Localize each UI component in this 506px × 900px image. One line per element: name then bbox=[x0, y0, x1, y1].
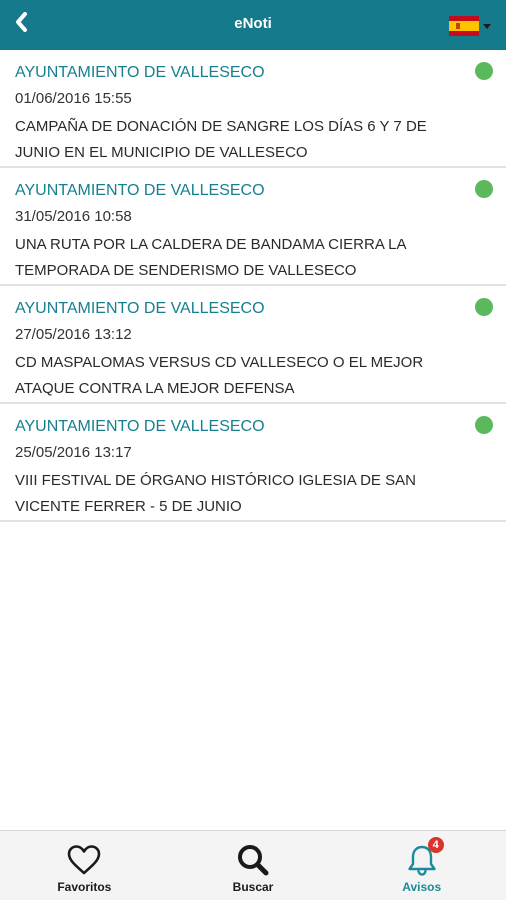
tab-label: Favoritos bbox=[57, 880, 112, 894]
notice-headline: CD MASPALOMAS VERSUS CD VALLESECO O EL M… bbox=[15, 354, 424, 397]
notice-headline: UNA RUTA POR LA CALDERA DE BANDAMA CIERR… bbox=[15, 236, 406, 279]
notice-sender: AYUNTAMIENTO DE VALLESECO bbox=[15, 418, 265, 435]
tab-label: Buscar bbox=[232, 880, 274, 894]
notice-item[interactable]: AYUNTAMIENTO DE VALLESECO 01/06/2016 15:… bbox=[0, 50, 506, 168]
language-selector[interactable] bbox=[449, 14, 491, 38]
notice-date: 25/05/2016 13:17 bbox=[15, 444, 132, 461]
search-icon bbox=[235, 843, 271, 877]
notice-date: 31/05/2016 10:58 bbox=[15, 208, 132, 225]
unread-indicator-icon bbox=[475, 416, 493, 434]
notice-item[interactable]: AYUNTAMIENTO DE VALLESECO 31/05/2016 10:… bbox=[0, 168, 506, 286]
notice-date: 27/05/2016 13:12 bbox=[15, 326, 132, 343]
notice-headline: CAMPAÑA DE DONACIÓN DE SANGRE LOS DÍAS 6… bbox=[15, 118, 427, 161]
tab-favoritos[interactable]: Favoritos bbox=[0, 831, 169, 900]
notice-item[interactable]: AYUNTAMIENTO DE VALLESECO 27/05/2016 13:… bbox=[0, 286, 506, 404]
spain-flag-icon bbox=[449, 16, 479, 36]
notice-list: AYUNTAMIENTO DE VALLESECO 01/06/2016 15:… bbox=[0, 50, 506, 522]
notice-date: 01/06/2016 15:55 bbox=[15, 90, 132, 107]
page-title: eNoti bbox=[234, 15, 272, 32]
notice-item[interactable]: AYUNTAMIENTO DE VALLESECO 25/05/2016 13:… bbox=[0, 404, 506, 522]
tab-label: Avisos bbox=[402, 880, 442, 894]
tab-buscar[interactable]: Buscar bbox=[169, 831, 338, 900]
chevron-down-icon bbox=[483, 23, 491, 29]
heart-icon bbox=[66, 843, 102, 877]
unread-indicator-icon bbox=[475, 298, 493, 316]
notice-sender: AYUNTAMIENTO DE VALLESECO bbox=[15, 64, 265, 81]
tab-avisos[interactable]: 4 Avisos bbox=[337, 831, 506, 900]
notice-sender: AYUNTAMIENTO DE VALLESECO bbox=[15, 182, 265, 199]
notice-sender: AYUNTAMIENTO DE VALLESECO bbox=[15, 300, 265, 317]
bell-icon: 4 bbox=[404, 837, 444, 877]
notification-badge: 4 bbox=[427, 837, 444, 853]
unread-indicator-icon bbox=[475, 62, 493, 80]
bottom-tab-bar: Favoritos Buscar 4 Avisos bbox=[0, 830, 506, 900]
unread-indicator-icon bbox=[475, 180, 493, 198]
app-header: eNoti bbox=[0, 0, 506, 50]
notice-headline: VIII FESTIVAL DE ÓRGANO HISTÓRICO IGLESI… bbox=[15, 472, 416, 515]
